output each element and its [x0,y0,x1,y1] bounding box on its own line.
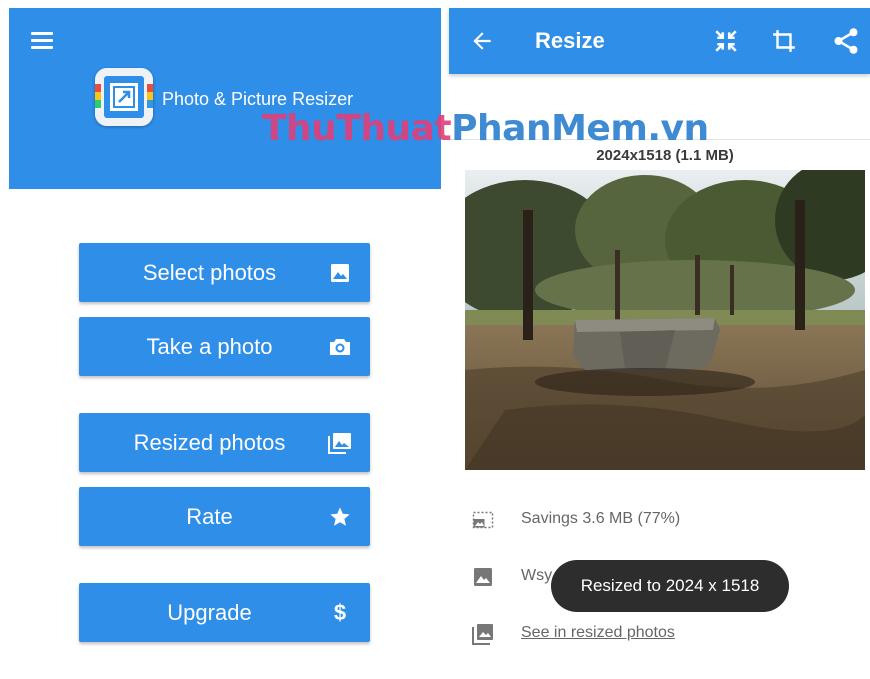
image-icon [328,261,352,285]
savings-text: Savings 3.6 MB (77%) [521,510,681,527]
watermark-part2: PhanMem.vn [451,108,709,149]
watermark-part1: ThuThuat [262,108,452,149]
savings-icon [471,508,495,532]
app-title: Photo & Picture Resizer [162,89,354,109]
image-dimensions: 2024x1518 (1.1 MB) [596,147,734,164]
app-logo-icon [95,68,153,126]
crop-icon[interactable] [769,26,799,56]
share-icon[interactable] [831,26,861,56]
see-resized-row[interactable]: See in resized photos [471,619,851,649]
camera-icon [328,335,352,359]
dollar-icon: $ [333,600,347,625]
toast-message: Resized to 2024 x 1518 [551,560,789,612]
resize-title: Resize [535,28,605,53]
star-icon [328,505,352,529]
select-photos-button[interactable]: Select photos [79,243,370,302]
rate-label: Rate [186,504,233,529]
savings-row: Savings 3.6 MB (77%) [471,505,851,535]
menu-icon[interactable] [31,32,53,49]
image-icon [471,565,495,589]
filename-text: Wsy [521,567,553,584]
take-photo-button[interactable]: Take a photo [79,317,370,376]
back-arrow-icon[interactable] [469,28,495,54]
compress-icon[interactable] [711,26,741,56]
resized-photos-button[interactable]: Resized photos [79,413,370,472]
resize-app-bar: Resize [449,8,870,74]
select-photos-label: Select photos [142,260,277,285]
rate-button[interactable]: Rate [79,487,370,546]
upgrade-label: Upgrade [167,600,252,625]
home-header: Photo & Picture Resizer [9,8,441,189]
resized-photos-label: Resized photos [133,430,286,455]
watermark: ThuThuatPhanMem.vn [262,108,709,149]
photo-library-icon [328,431,352,455]
upgrade-button[interactable]: Upgrade $ [79,583,370,642]
resized-photo-preview [465,170,865,470]
screenshot-root: Photo & Picture Resizer Select photos Ta… [0,0,870,679]
take-photo-label: Take a photo [146,334,273,359]
photo-library-icon [471,622,495,646]
see-resized-link[interactable]: See in resized photos [521,624,675,642]
